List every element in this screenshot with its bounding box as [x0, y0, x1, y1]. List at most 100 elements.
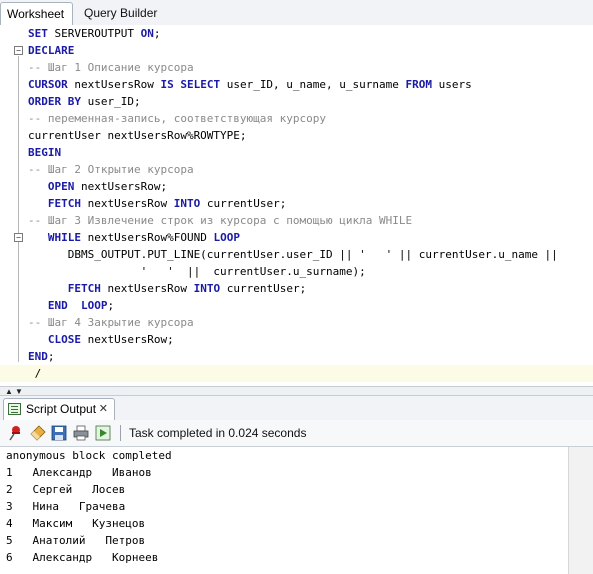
sql-text: nextUsersRow; [74, 180, 168, 193]
close-icon[interactable]: ✕ [99, 399, 108, 419]
sql-keyword: END [47, 299, 68, 312]
sql-text: currentUser; [220, 282, 307, 295]
output-toolbar: Task completed in 0.024 seconds [0, 420, 593, 447]
sql-keyword: WHILE [47, 231, 81, 244]
print-icon[interactable] [73, 425, 89, 441]
code-line[interactable]: / [0, 365, 593, 382]
code-line[interactable]: WHILE nextUsersRow%FOUND LOOP [28, 229, 593, 246]
output-line: 1 Александр Иванов [6, 466, 152, 479]
pin-icon[interactable] [8, 425, 24, 441]
sql-text: ; [153, 27, 161, 40]
script-output-text[interactable]: anonymous block completed 1 Александр Ива… [0, 447, 568, 574]
sql-keyword: BEGIN [28, 146, 62, 159]
script-output-icon [8, 403, 21, 415]
code-area[interactable]: SET SERVEROUTPUT ON; DECLARE -- Шаг 1 Опис… [0, 25, 593, 382]
sql-comment: -- Шаг 3 Извлечение строк из курсора с п… [28, 214, 413, 227]
sql-text: nextUsersRow%FOUND [81, 231, 214, 244]
code-line[interactable]: ORDER BY user_ID; [28, 93, 593, 110]
code-line[interactable]: END; [28, 348, 593, 365]
editor-gutter: − − [0, 25, 24, 386]
eraser-icon[interactable] [30, 425, 46, 441]
code-line[interactable]: OPEN nextUsersRow; [28, 178, 593, 195]
output-line: 2 Сергей Лосев [6, 483, 126, 496]
code-line[interactable]: CURSOR nextUsersRow IS SELECT user_ID, u… [28, 76, 593, 93]
task-status: Task completed in 0.024 seconds [129, 426, 307, 440]
code-line[interactable]: DECLARE [28, 42, 593, 59]
sql-keyword: INTO [173, 197, 201, 210]
fold-toggle-icon[interactable]: − [14, 46, 23, 55]
sql-text: ' ' || currentUser.u_surname); [28, 265, 366, 278]
sql-keyword: CLOSE [47, 333, 81, 346]
code-line[interactable]: DBMS_OUTPUT.PUT_LINE(currentUser.user_ID… [28, 246, 593, 263]
sql-text: ; [107, 299, 115, 312]
code-line[interactable]: -- Шаг 1 Описание курсора [28, 59, 593, 76]
sql-editor[interactable]: − − SET SERVEROUTPUT ON; DECLARE -- Шаг 1 … [0, 25, 593, 386]
sql-keyword: INTO [193, 282, 221, 295]
code-line[interactable]: -- Шаг 3 Извлечение строк из курсора с п… [28, 212, 593, 229]
code-line[interactable]: -- переменная-запись, соответствующая ку… [28, 110, 593, 127]
sql-text: nextUsersRow [67, 78, 161, 91]
sql-keyword: IS SELECT [160, 78, 221, 91]
sql-comment: -- переменная-запись, соответствующая ку… [28, 112, 327, 125]
output-line: anonymous block completed [6, 449, 172, 462]
sql-keyword: END [28, 350, 48, 363]
code-line[interactable]: SET SERVEROUTPUT ON; [28, 25, 593, 42]
sql-text: SERVEROUTPUT [47, 27, 141, 40]
code-line[interactable]: FETCH nextUsersRow INTO currentUser; [28, 195, 593, 212]
sql-keyword: FROM [405, 78, 433, 91]
output-line: 5 Анатолий Петров [6, 534, 146, 547]
sql-keyword: OPEN [47, 180, 75, 193]
code-line[interactable]: ' ' || currentUser.u_surname); [28, 263, 593, 280]
sql-text: user_ID, u_name, u_surname [220, 78, 406, 91]
run-script-icon[interactable] [95, 425, 111, 441]
code-line[interactable]: -- Шаг 2 Открытие курсора [28, 161, 593, 178]
code-line[interactable]: END LOOP; [28, 297, 593, 314]
sql-comment: -- Шаг 2 Открытие курсора [28, 163, 194, 176]
code-line[interactable]: currentUser nextUsersRow%ROWTYPE; [28, 127, 593, 144]
sql-text: currentUser nextUsersRow%ROWTYPE; [28, 129, 247, 142]
tab-worksheet[interactable]: Worksheet [0, 2, 73, 26]
sql-keyword: FETCH [67, 282, 101, 295]
sql-keyword: LOOP [213, 231, 240, 244]
sql-text: nextUsersRow [81, 197, 174, 210]
panel-splitter[interactable]: ▲ ▼ [0, 386, 593, 396]
sql-keyword: SET [28, 27, 48, 40]
sql-text: DBMS_OUTPUT.PUT_LINE(currentUser.user_ID… [28, 248, 558, 261]
sql-keyword: FETCH [47, 197, 81, 210]
output-line: 3 Нина Грачева [6, 500, 126, 513]
tab-query-builder[interactable]: Query Builder [78, 2, 168, 24]
code-line[interactable]: FETCH nextUsersRow INTO currentUser; [28, 280, 593, 297]
code-line[interactable]: -- Шаг 4 Закрытие курсора [28, 314, 593, 331]
toolbar-separator [120, 425, 121, 441]
sql-text: / [28, 367, 42, 380]
fold-toggle-icon[interactable]: − [14, 233, 23, 242]
output-tabbar: Script Output ✕ [0, 396, 593, 421]
output-line: 6 Александр Корнеев [6, 551, 159, 564]
sql-keyword: CURSOR [28, 78, 68, 91]
tab-script-output[interactable]: Script Output ✕ [3, 398, 115, 420]
sql-text: ; [47, 350, 55, 363]
save-icon[interactable] [51, 425, 67, 441]
code-line[interactable]: BEGIN [28, 144, 593, 161]
sql-keyword: LOOP [81, 299, 108, 312]
splitter-up-arrow-icon[interactable]: ▲ [5, 387, 13, 396]
code-line[interactable]: CLOSE nextUsersRow; [28, 331, 593, 348]
output-scrollbar[interactable] [568, 447, 593, 574]
sql-keyword: ORDER BY [28, 95, 81, 108]
sql-keyword: DECLARE [28, 44, 75, 57]
sql-text: currentUser; [200, 197, 287, 210]
splitter-down-arrow-icon[interactable]: ▼ [15, 387, 23, 396]
sql-comment: -- Шаг 1 Описание курсора [28, 61, 194, 74]
sql-text: nextUsersRow [100, 282, 194, 295]
script-output-label: Script Output [26, 402, 97, 416]
sql-text: users [432, 78, 472, 91]
fold-guide [18, 56, 19, 362]
sql-text: user_ID; [80, 95, 141, 108]
